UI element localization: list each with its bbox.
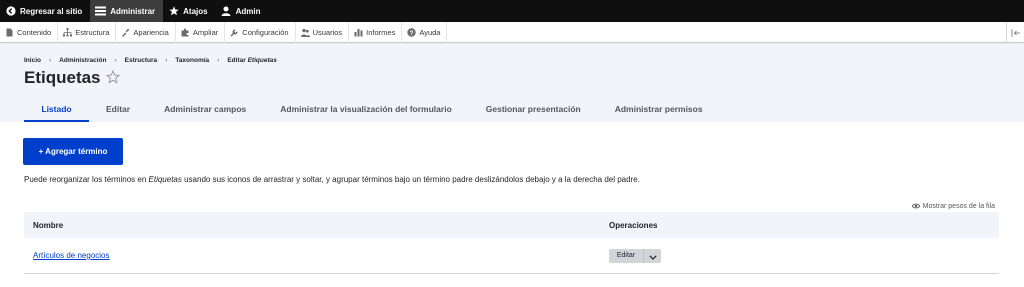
edit-term-button[interactable]: Editar <box>609 248 644 263</box>
tray-item-label: Configuración <box>242 27 289 37</box>
eye-icon <box>911 202 920 210</box>
star-icon <box>168 6 179 17</box>
operations-dropbutton: Editar <box>609 248 661 263</box>
description-text-before: Puede reorganizar los términos en <box>24 175 149 184</box>
reports-icon <box>354 28 363 37</box>
breadcrumb-link-estructura[interactable]: Estructura <box>125 57 158 64</box>
breadcrumb-link-taxonomia[interactable]: Taxonomía <box>175 57 209 64</box>
tray-item-label: Contenido <box>17 27 52 37</box>
manage-label: Administrar <box>110 6 156 16</box>
tray-item-label: Estructura <box>75 27 110 37</box>
appearance-icon <box>121 28 130 37</box>
back-to-site-label: Regresar al sitio <box>20 6 83 16</box>
tab-gestionar-presentacion[interactable]: Gestionar presentación <box>469 96 598 122</box>
tray-item-contenido[interactable]: Contenido <box>0 21 59 43</box>
user-tab[interactable]: Admin <box>216 0 269 22</box>
breadcrumb-separator: › <box>217 57 220 64</box>
user-label: Admin <box>235 6 261 16</box>
svg-text:?: ? <box>410 30 414 37</box>
content-icon <box>5 28 14 37</box>
tray-item-label: Informes <box>366 27 396 37</box>
menu-icon <box>95 6 107 17</box>
tab-administrar-permisos[interactable]: Administrar permisos <box>598 96 720 122</box>
add-term-button[interactable]: + Agregar término <box>23 138 123 165</box>
breadcrumb-link-editar[interactable]: Editar Etiquetas <box>227 57 277 64</box>
tray-item-estructura[interactable]: Estructura <box>58 21 117 43</box>
drag-drop-description: Puede reorganizar los términos en Etique… <box>24 175 640 184</box>
description-vocabulary: Etiquetas <box>148 175 182 184</box>
column-header-operations: Operaciones <box>609 220 658 230</box>
primary-tabs: Listado Editar Administrar campos Admini… <box>24 96 720 122</box>
terms-table: Nombre Operaciones Artículos de negocios… <box>24 212 999 274</box>
back-to-site-link[interactable]: Regresar al sitio <box>0 0 90 22</box>
tab-administrar-campos[interactable]: Administrar campos <box>147 96 263 122</box>
wrench-icon <box>230 28 239 37</box>
extend-icon <box>181 28 190 37</box>
tab-visualizacion-formulario[interactable]: Administrar la visualización del formula… <box>263 96 468 122</box>
collapse-tray-button[interactable] <box>1006 22 1024 43</box>
breadcrumb: Inicio › Administración › Estructura › T… <box>24 57 277 64</box>
breadcrumb-separator: › <box>114 57 117 64</box>
breadcrumb-current-em: Etiquetas <box>247 57 277 64</box>
breadcrumb-separator: › <box>165 57 168 64</box>
admin-toolbar: Regresar al sitio Administrar Atajos Adm… <box>0 0 1024 22</box>
tray-item-ampliar[interactable]: Ampliar <box>176 21 226 43</box>
tray-item-label: Ayuda <box>419 27 441 37</box>
show-row-weights-link[interactable]: Mostrar pesos de la fila <box>911 202 995 210</box>
page-title: Etiquetas <box>24 68 101 87</box>
tray-item-ayuda[interactable]: ? Ayuda <box>402 21 448 43</box>
table-row: Artículos de negocios Editar <box>24 238 999 274</box>
description-text-after: usando sus iconos de arrastrar y soltar,… <box>181 175 640 184</box>
people-icon <box>300 28 310 37</box>
tray-item-apariencia[interactable]: Apariencia <box>116 21 176 43</box>
user-icon <box>221 6 232 17</box>
tray-item-label: Apariencia <box>133 27 169 37</box>
breadcrumb-current-prefix: Editar <box>227 57 246 64</box>
shortcuts-tab[interactable]: Atajos <box>163 0 215 22</box>
admin-menu-tray: Contenido Estructura Apariencia Ampliar … <box>0 21 1024 43</box>
tray-item-configuracion[interactable]: Configuración <box>225 21 296 43</box>
breadcrumb-separator: › <box>48 57 52 64</box>
table-header: Nombre Operaciones <box>24 212 999 238</box>
chevron-down-icon <box>648 249 657 263</box>
operations-cell: Editar <box>601 248 661 263</box>
tab-editar[interactable]: Editar <box>89 96 147 122</box>
shortcuts-label: Atajos <box>183 6 208 16</box>
tab-listado[interactable]: Listado <box>24 96 89 122</box>
shortcut-star-icon[interactable] <box>105 69 121 84</box>
show-row-weights-label: Mostrar pesos de la fila <box>922 202 995 210</box>
column-header-name: Nombre <box>33 220 64 230</box>
breadcrumb-link-inicio[interactable]: Inicio <box>24 57 41 64</box>
page-header: Inicio › Administración › Estructura › T… <box>0 44 1024 122</box>
structure-icon <box>63 27 73 37</box>
tray-item-label: Ampliar <box>192 27 219 37</box>
manage-tab[interactable]: Administrar <box>90 0 164 22</box>
term-link[interactable]: Artículos de negocios <box>24 251 601 260</box>
tray-item-label: Usuarios <box>312 27 343 37</box>
tray-item-informes[interactable]: Informes <box>349 21 403 43</box>
back-arrow-icon <box>5 6 16 17</box>
collapse-icon <box>1011 24 1021 42</box>
help-icon: ? <box>407 27 417 37</box>
dropbutton-toggle[interactable] <box>644 249 661 263</box>
breadcrumb-link-administracion[interactable]: Administración <box>59 57 106 64</box>
tray-item-usuarios[interactable]: Usuarios <box>296 21 350 43</box>
